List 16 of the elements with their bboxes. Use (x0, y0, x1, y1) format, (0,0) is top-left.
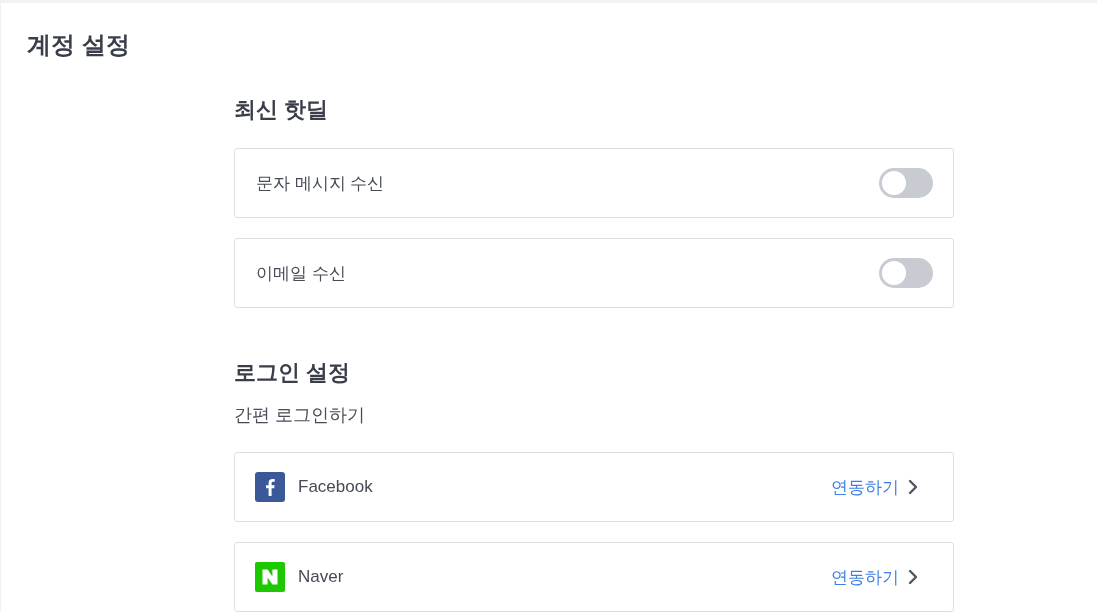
letter-f-icon (255, 472, 285, 502)
page-title: 계정 설정 (27, 30, 130, 60)
section-subheading: 간편 로그인하기 (234, 404, 365, 427)
service-name: Facebook (298, 477, 373, 497)
setting-label: 문자 메시지 수신 (256, 172, 385, 195)
service-name: Naver (298, 567, 344, 587)
toggle-switch[interactable] (879, 258, 933, 288)
letter-n-icon (255, 562, 285, 592)
connect-link[interactable]: 연동하기 (831, 565, 918, 589)
toggle-switch[interactable] (879, 168, 933, 198)
section-heading: 최신 핫딜 (234, 96, 329, 124)
setting-label: 이메일 수신 (256, 262, 346, 285)
section-heading: 로그인 설정 (234, 359, 351, 387)
chevron-right-icon (908, 479, 918, 495)
chevron-right-icon (908, 569, 918, 585)
connect-link[interactable]: 연동하기 (831, 475, 918, 499)
